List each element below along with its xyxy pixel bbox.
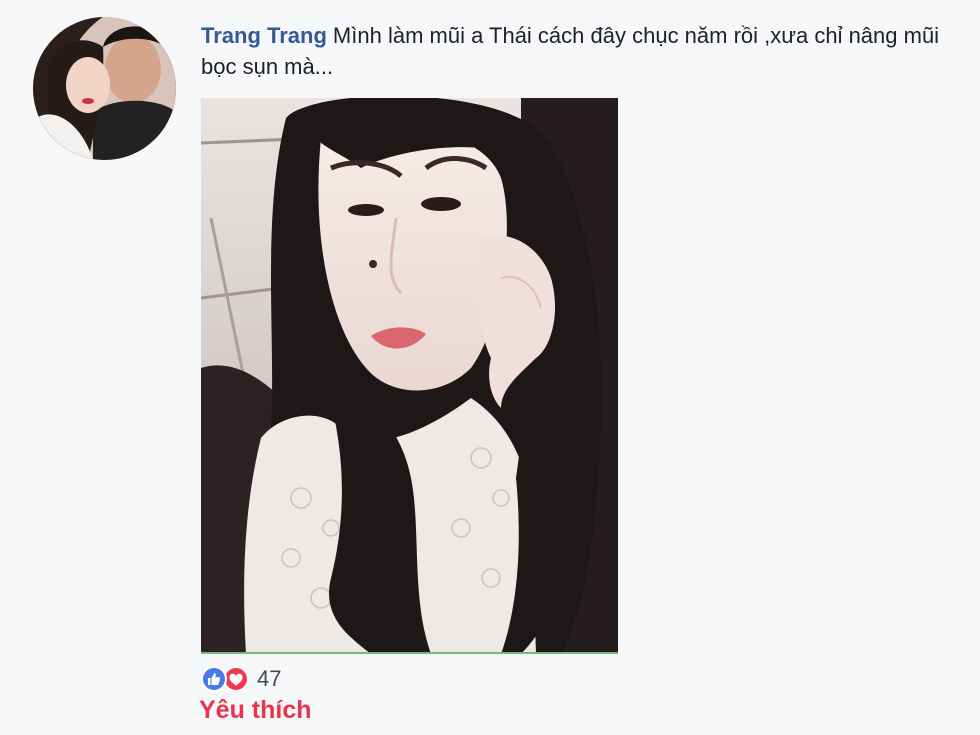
avatar-photo <box>33 17 176 160</box>
thumbs-up-icon <box>201 666 227 692</box>
reactions-summary[interactable]: 47 <box>201 665 281 693</box>
selfie-image <box>201 98 618 654</box>
commenter-avatar[interactable] <box>33 17 176 160</box>
comment-author-name[interactable]: Trang Trang <box>201 23 327 48</box>
comment-body: Trang Trang Mình làm mũi a Thái cách đây … <box>201 20 961 82</box>
like-action-button[interactable]: Yêu thích <box>199 696 312 725</box>
comment-attached-photo[interactable] <box>201 98 618 654</box>
reaction-count: 47 <box>257 666 282 691</box>
